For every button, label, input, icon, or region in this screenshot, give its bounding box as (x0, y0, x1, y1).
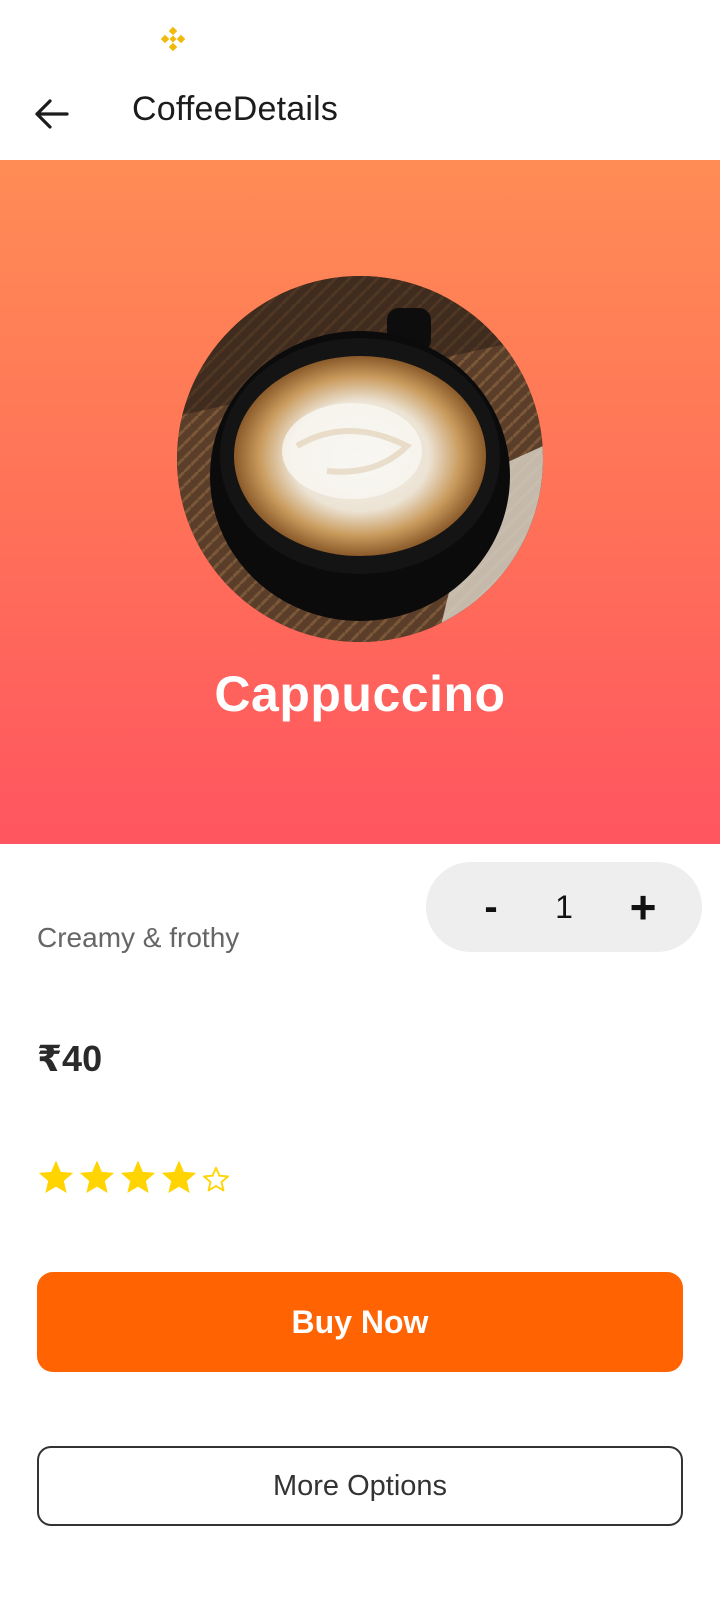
status-bar (0, 0, 720, 76)
page-title: CoffeeDetails (132, 90, 339, 128)
quantity-stepper: - 1 + (426, 862, 702, 952)
quantity-value: 1 (555, 888, 573, 925)
hero-banner: Cappuccino (0, 160, 720, 844)
app-bar: CoffeeDetails (0, 76, 720, 160)
cappuccino-image (177, 276, 543, 642)
decrease-quantity-button[interactable]: - (456, 862, 526, 952)
star-filled-icon (120, 1160, 156, 1193)
coffee-details-screen: CoffeeDetails Cappuccino - 1 + Creamy & … (0, 0, 720, 1600)
star-filled-icon (38, 1160, 74, 1193)
star-filled-icon (79, 1160, 115, 1193)
increase-quantity-button[interactable]: + (608, 862, 678, 952)
binance-diamond-icon (160, 26, 186, 52)
arrow-left-icon (35, 99, 69, 129)
more-options-button[interactable]: More Options (37, 1446, 683, 1526)
buy-now-button[interactable]: Buy Now (37, 1272, 683, 1372)
product-name: Cappuccino (214, 666, 506, 722)
rating-stars (36, 1156, 231, 1200)
product-price: ₹40 (37, 1038, 103, 1079)
details-sheet: - 1 + Creamy & frothy ₹40 Buy Now More O… (0, 844, 720, 1600)
back-button[interactable] (24, 86, 80, 142)
star-outline-icon (203, 1166, 229, 1192)
product-description: Creamy & frothy (37, 922, 240, 953)
star-filled-icon (161, 1160, 197, 1193)
